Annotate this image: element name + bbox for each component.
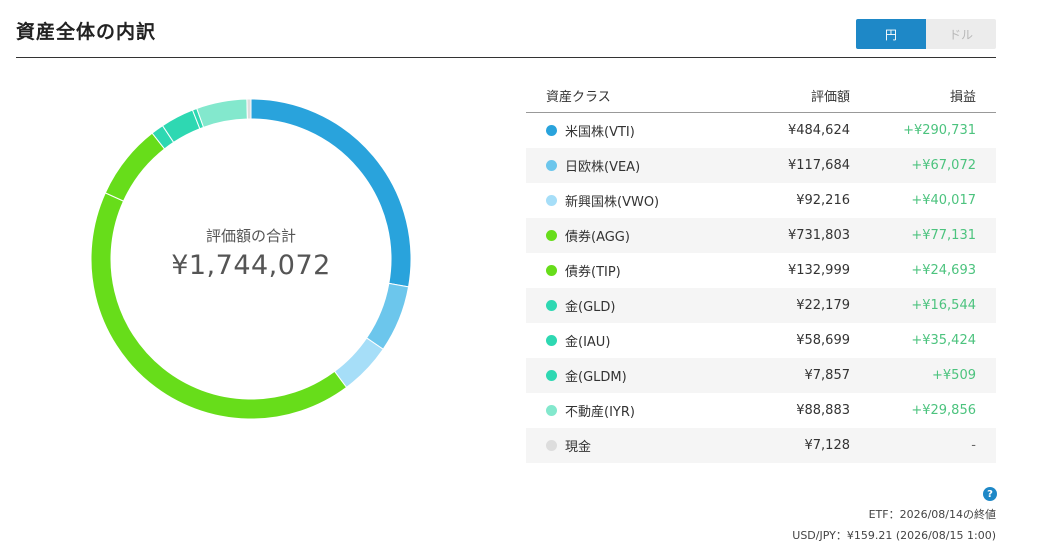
- asset-class-name: 日欧株(VEA): [565, 160, 641, 175]
- pl-cell: +¥509: [932, 368, 976, 383]
- table-row: 金(IAU) ¥58,699 +¥35,424: [526, 323, 996, 358]
- asset-class-name: 金(GLD): [565, 300, 616, 315]
- value-cell: ¥88,883: [796, 403, 850, 418]
- asset-class-cell: 債券(AGG): [526, 226, 740, 245]
- asset-class-cell: 不動産(IYR): [526, 401, 740, 420]
- header-pl: 損益: [949, 89, 976, 105]
- currency-yen-button[interactable]: 円: [856, 19, 926, 49]
- donut-slice: [104, 132, 166, 202]
- legend-dot-icon: [546, 230, 557, 241]
- asset-class-name: 米国株(VTI): [565, 125, 635, 140]
- asset-class-cell: 現金: [526, 436, 740, 455]
- pl-cell: +¥290,731: [903, 123, 976, 138]
- donut-slice: [365, 282, 410, 350]
- table-row: 米国株(VTI) ¥484,624 +¥290,731: [526, 113, 996, 148]
- legend-dot-icon: [546, 405, 557, 416]
- pl-cell: -: [971, 438, 976, 453]
- asset-class-cell: 金(GLDM): [526, 366, 740, 385]
- table-row: 現金 ¥7,128 -: [526, 428, 996, 463]
- pl-cell: +¥35,424: [911, 333, 976, 348]
- asset-class-name: 債券(TIP): [565, 265, 621, 280]
- value-cell: ¥731,803: [787, 228, 850, 243]
- pl-cell: +¥67,072: [911, 158, 976, 173]
- table-row: 債券(AGG) ¥731,803 +¥77,131: [526, 218, 996, 253]
- asset-class-name: 金(IAU): [565, 335, 611, 350]
- value-cell: ¥58,699: [796, 333, 850, 348]
- value-cell: ¥117,684: [787, 158, 850, 173]
- legend-dot-icon: [546, 195, 557, 206]
- fx-rate-note: USD/JPY：¥159.21 (2026/08/15 1:00): [792, 529, 996, 542]
- donut-slice: [196, 98, 248, 128]
- value-cell: ¥7,857: [804, 368, 851, 383]
- currency-dollar-button[interactable]: ドル: [926, 19, 996, 49]
- legend-dot-icon: [546, 440, 557, 451]
- legend-dot-icon: [546, 125, 557, 136]
- pl-cell: +¥29,856: [911, 403, 976, 418]
- asset-class-cell: 金(GLD): [526, 296, 740, 315]
- table-row: 不動産(IYR) ¥88,883 +¥29,856: [526, 393, 996, 428]
- pl-cell: +¥24,693: [911, 263, 976, 278]
- value-cell: ¥22,179: [796, 298, 850, 313]
- asset-class-cell: 米国株(VTI): [526, 121, 740, 140]
- pl-cell: +¥77,131: [911, 228, 976, 243]
- pl-cell: +¥16,544: [911, 298, 976, 313]
- table-body: 米国株(VTI) ¥484,624 +¥290,731 日欧株(VEA) ¥117,68…: [526, 113, 996, 463]
- legend-dot-icon: [546, 265, 557, 276]
- etf-price-note: ETF：2026/08/14の終値: [868, 508, 996, 521]
- asset-breakdown-panel: 資産全体の内訳 円 ドル 評価額の合計 ¥1,744,072 資産クラス 評価額…: [0, 0, 1042, 559]
- asset-class-name: 新興国株(VWO): [565, 195, 660, 210]
- legend-dot-icon: [546, 370, 557, 381]
- donut-slice: [246, 98, 252, 120]
- value-cell: ¥92,216: [796, 193, 850, 208]
- currency-toggle[interactable]: 円 ドル: [856, 19, 996, 49]
- table-header: 資産クラス 評価額 損益: [526, 78, 996, 113]
- asset-class-cell: 新興国株(VWO): [526, 191, 740, 210]
- legend-dot-icon: [546, 160, 557, 171]
- asset-class-cell: 金(IAU): [526, 331, 740, 350]
- pl-cell: +¥40,017: [911, 193, 976, 208]
- asset-class-name: 債券(AGG): [565, 230, 630, 245]
- asset-class-cell: 日欧株(VEA): [526, 156, 740, 175]
- allocation-donut-chart: 評価額の合計 ¥1,744,072: [80, 88, 422, 430]
- asset-class-name: 現金: [565, 440, 592, 455]
- asset-class-cell: 債券(TIP): [526, 261, 740, 280]
- table-row: 日欧株(VEA) ¥117,684 +¥67,072: [526, 148, 996, 183]
- value-cell: ¥7,128: [804, 438, 851, 453]
- legend-dot-icon: [546, 300, 557, 311]
- table-row: 新興国株(VWO) ¥92,216 +¥40,017: [526, 183, 996, 218]
- table-row: 債券(TIP) ¥132,999 +¥24,693: [526, 253, 996, 288]
- table-row: 金(GLDM) ¥7,857 +¥509: [526, 358, 996, 393]
- allocation-table: 資産クラス 評価額 損益 米国株(VTI) ¥484,624 +¥290,731 日欧…: [526, 78, 996, 463]
- donut-slice: [250, 98, 412, 288]
- asset-class-name: 金(GLDM): [565, 370, 627, 385]
- legend-dot-icon: [546, 335, 557, 346]
- header-asset-class: 資産クラス: [546, 89, 611, 105]
- asset-class-name: 不動産(IYR): [565, 405, 635, 420]
- header-value: 評価額: [810, 89, 850, 105]
- donut-slice: [333, 337, 384, 389]
- donut-slice: [90, 192, 348, 420]
- header-divider: [16, 57, 996, 58]
- value-cell: ¥484,624: [787, 123, 850, 138]
- help-icon[interactable]: ?: [983, 487, 997, 501]
- donut-svg: [90, 98, 412, 420]
- value-cell: ¥132,999: [787, 263, 850, 278]
- table-row: 金(GLD) ¥22,179 +¥16,544: [526, 288, 996, 323]
- page-title: 資産全体の内訳: [16, 21, 157, 43]
